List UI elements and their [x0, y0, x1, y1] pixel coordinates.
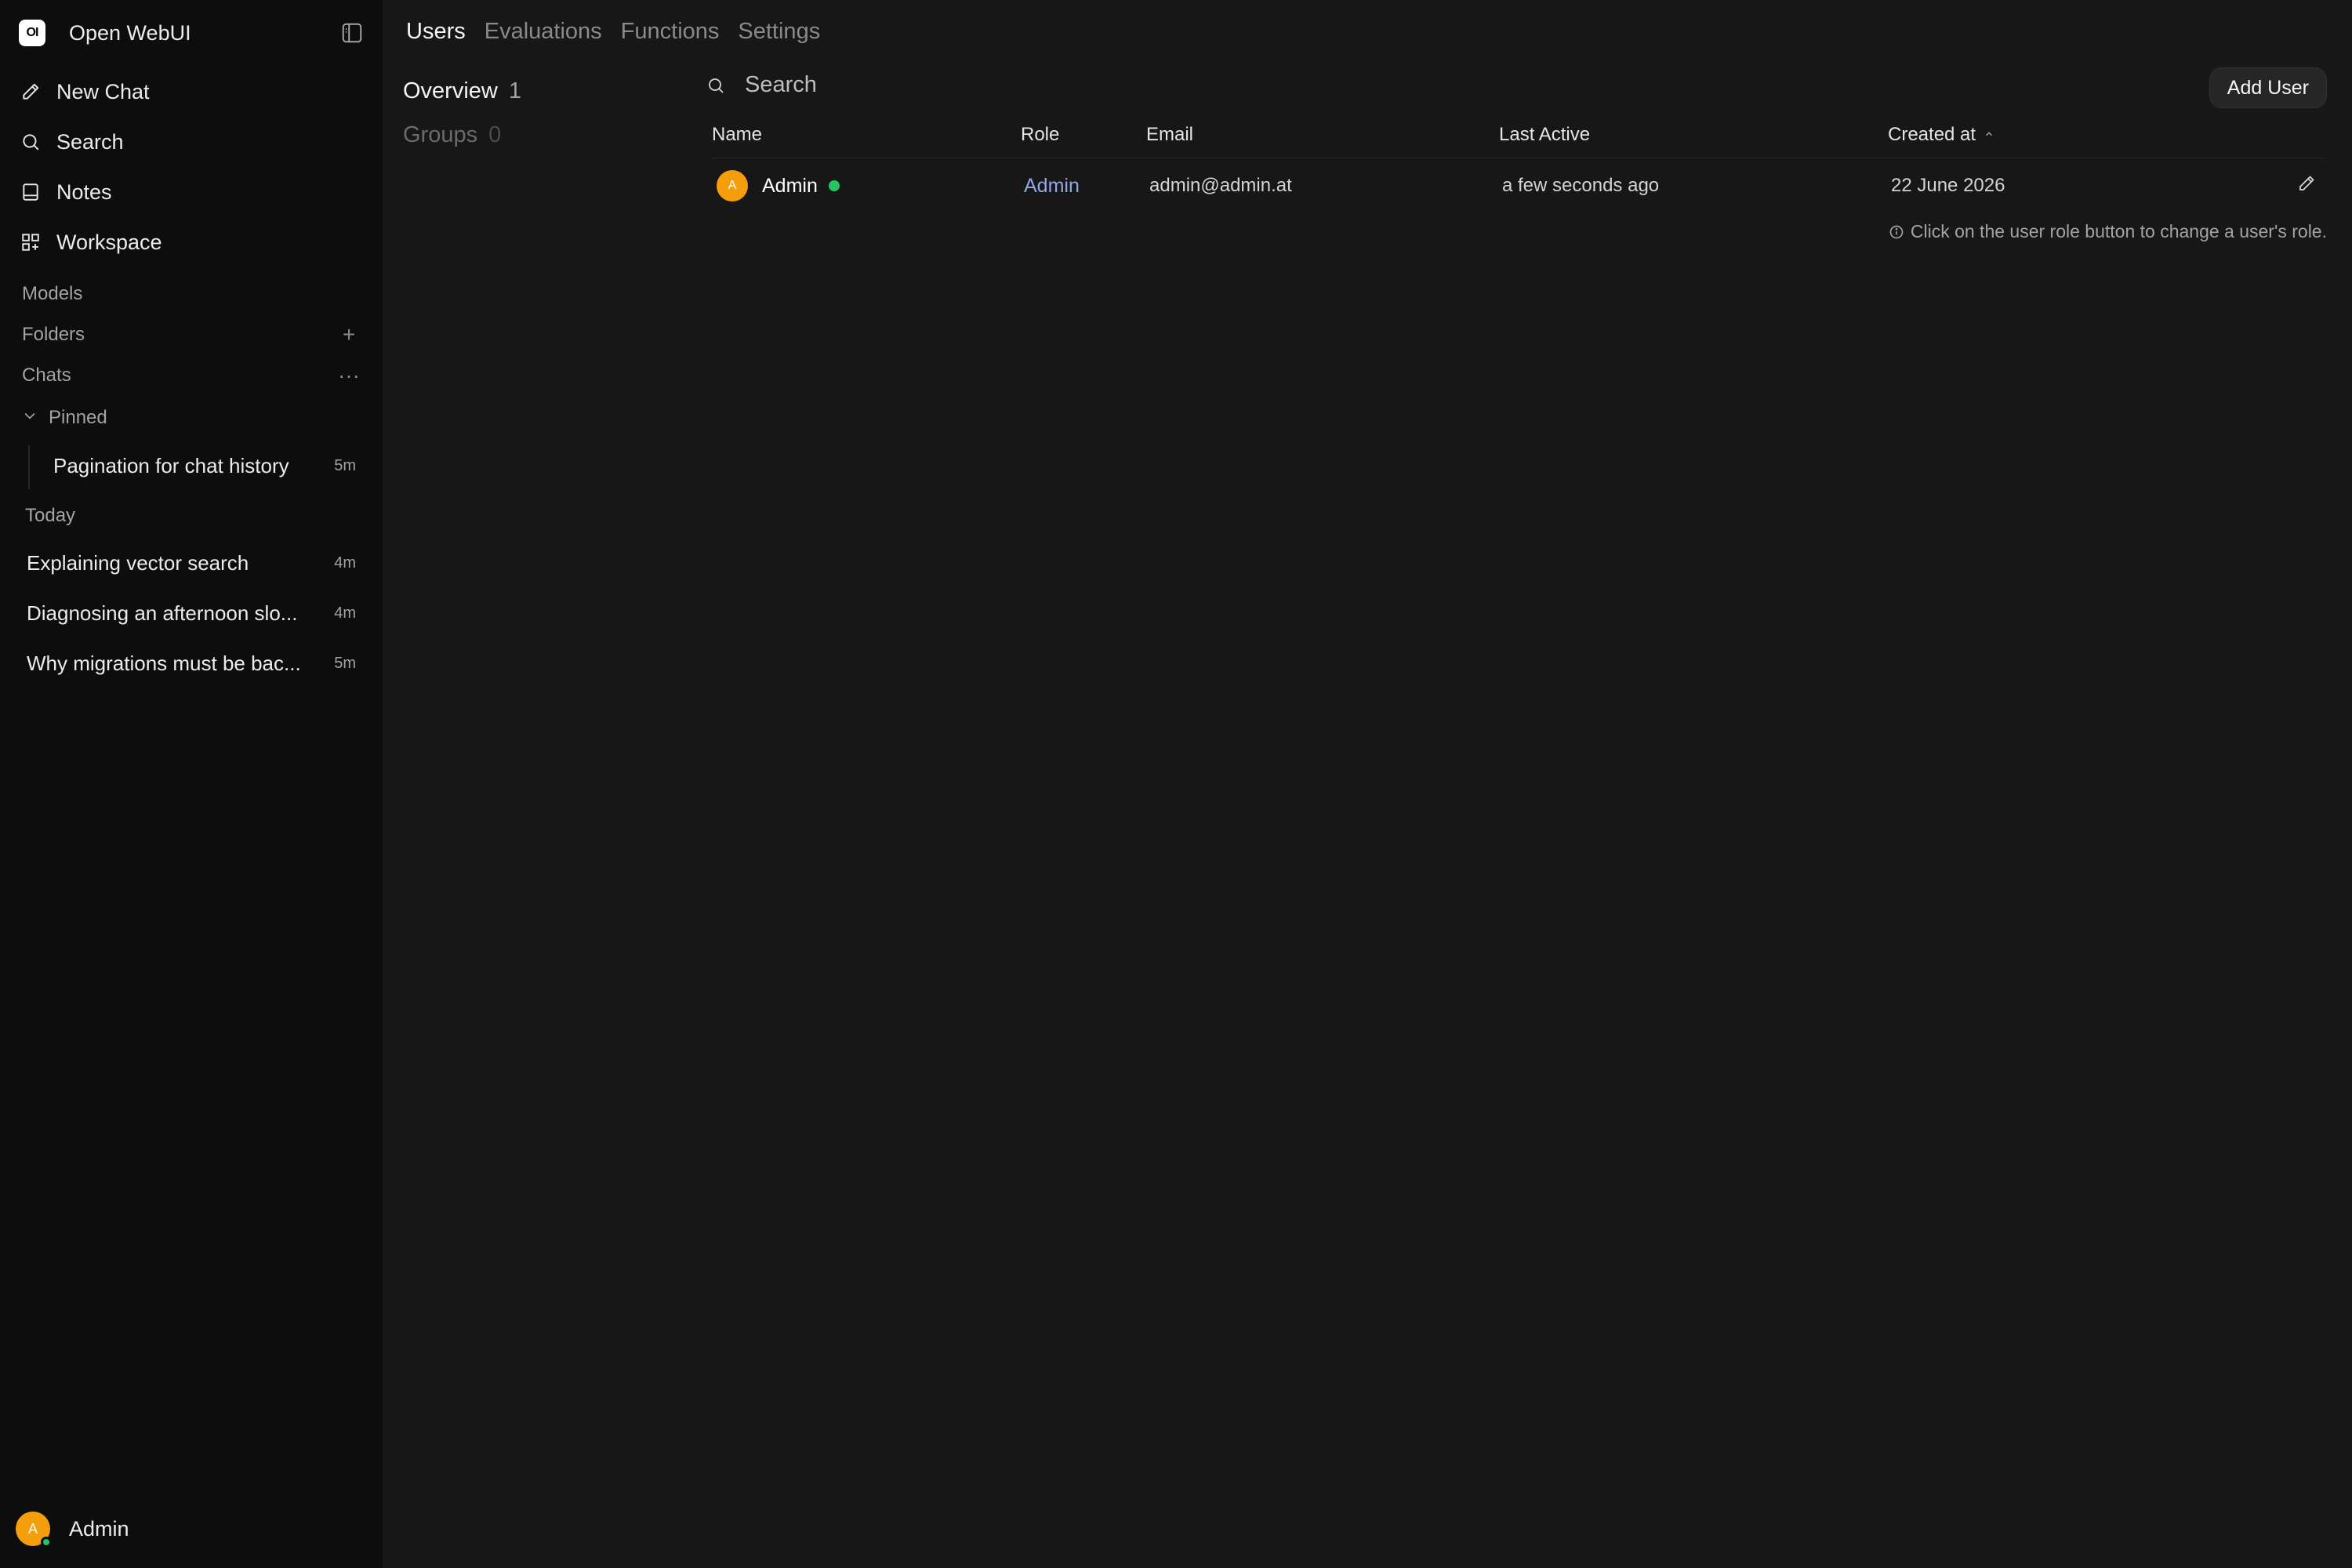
user-name: Admin: [69, 1516, 129, 1541]
chat-time: 4m: [334, 554, 356, 572]
user-search: [704, 72, 1294, 98]
sidebar: OI Open WebUI New Chat Search Notes Work…: [0, 0, 383, 1568]
table-row: A Admin Admin admin@admin.at a few secon…: [712, 158, 2325, 213]
search-icon: [19, 130, 42, 154]
subnav-overview[interactable]: Overview 1: [403, 69, 521, 113]
column-header-email[interactable]: Email: [1146, 124, 1193, 146]
notes-label: Notes: [56, 180, 112, 204]
folders-label: Folders: [22, 324, 85, 345]
app-logo[interactable]: OI: [19, 20, 45, 46]
role-hint: Click on the user role button to change …: [1889, 221, 2327, 242]
users-subnav: Overview 1 Groups 0: [403, 69, 521, 157]
subnav-overview-count: 1: [508, 78, 521, 103]
new-chat-button[interactable]: New Chat: [19, 73, 364, 111]
folders-section[interactable]: Folders +: [22, 319, 361, 350]
chat-title: Pagination for chat history: [53, 453, 289, 477]
app-title[interactable]: Open WebUI: [69, 21, 191, 45]
column-role-label: Role: [1021, 124, 1060, 145]
pinned-label: Pinned: [49, 407, 107, 428]
sort-ascending-icon: [1984, 129, 1994, 142]
user-name: Admin: [762, 174, 818, 197]
search-input[interactable]: [745, 72, 1294, 98]
user-role-cell: Admin: [1024, 158, 1080, 213]
chat-item[interactable]: Why migrations must be bac... 5m: [27, 641, 356, 685]
column-header-name[interactable]: Name: [712, 124, 762, 146]
chat-item[interactable]: Explaining vector search 4m: [27, 541, 356, 585]
user-email-cell: admin@admin.at: [1149, 158, 1292, 213]
chat-title: Diagnosing an afternoon slo...: [27, 601, 298, 625]
column-name-label: Name: [712, 124, 763, 145]
role-button[interactable]: Admin: [1024, 175, 1080, 198]
chat-title: Why migrations must be bac...: [27, 651, 301, 675]
user-last-active-cell: a few seconds ago: [1502, 158, 1659, 213]
table-header: Name Role Email Last Active Created at: [712, 118, 2325, 158]
app-root: OI Open WebUI New Chat Search Notes Work…: [0, 0, 2352, 1568]
search-icon: [704, 74, 728, 97]
role-hint-text: Click on the user role button to change …: [1910, 221, 2327, 241]
edit-user-button[interactable]: [2297, 158, 2316, 213]
users-table: Name Role Email Last Active Created at A…: [712, 118, 2325, 213]
chat-item[interactable]: Pagination for chat history 5m: [53, 444, 356, 488]
pencil-icon: [19, 80, 42, 103]
user-last-active: a few seconds ago: [1502, 175, 1660, 196]
chat-time: 5m: [334, 456, 356, 474]
subnav-groups-label: Groups: [403, 122, 478, 147]
add-folder-icon[interactable]: +: [337, 322, 361, 347]
column-email-label: Email: [1146, 124, 1194, 145]
chat-item[interactable]: Diagnosing an afternoon slo... 4m: [27, 591, 356, 635]
tab-users[interactable]: Users: [406, 19, 466, 45]
user-name-cell: A Admin: [717, 158, 840, 213]
grid-icon: [19, 230, 42, 254]
chat-title: Explaining vector search: [27, 550, 249, 575]
column-header-last-active[interactable]: Last Active: [1499, 124, 1590, 146]
column-header-role[interactable]: Role: [1021, 124, 1059, 146]
avatar: A: [16, 1512, 52, 1548]
notes-button[interactable]: Notes: [19, 173, 364, 211]
chats-label: Chats: [22, 365, 71, 386]
column-last-active-label: Last Active: [1499, 124, 1591, 145]
online-status-dot: [41, 1537, 52, 1548]
column-header-created-at[interactable]: Created at: [1888, 124, 1994, 146]
pencil-icon: [2297, 174, 2316, 198]
user-menu-button[interactable]: A Admin: [16, 1512, 129, 1548]
models-section[interactable]: Models: [22, 278, 361, 310]
search-label: Search: [56, 129, 124, 154]
chat-time: 4m: [334, 604, 356, 622]
chats-section[interactable]: Chats ···: [22, 360, 361, 391]
chat-time: 5m: [334, 654, 356, 672]
online-status-dot: [828, 180, 840, 191]
user-email: admin@admin.at: [1149, 175, 1292, 196]
workspace-button[interactable]: Workspace: [19, 223, 364, 261]
user-created-at: 22 June 2026: [1891, 175, 2005, 196]
tab-settings[interactable]: Settings: [738, 19, 820, 45]
add-user-button[interactable]: Add User: [2209, 67, 2327, 108]
column-created-at-label: Created at: [1888, 124, 1976, 145]
new-chat-label: New Chat: [56, 79, 150, 103]
avatar: A: [717, 170, 748, 201]
today-group-label: Today: [25, 505, 76, 526]
info-icon: [1889, 224, 1904, 240]
sidebar-header: OI Open WebUI: [19, 17, 364, 49]
pinned-group-toggle[interactable]: Pinned: [22, 402, 361, 434]
tab-evaluations[interactable]: Evaluations: [485, 19, 602, 45]
admin-tabs: Users Evaluations Functions Settings: [406, 19, 820, 45]
avatar-initial: A: [27, 1520, 38, 1537]
sidebar-toggle-icon[interactable]: [340, 21, 364, 45]
subnav-groups-count: 0: [488, 122, 502, 147]
subnav-groups[interactable]: Groups 0: [403, 113, 521, 157]
user-created-at-cell: 22 June 2026: [1891, 158, 2005, 213]
notes-icon: [19, 180, 42, 204]
avatar-initial: A: [728, 179, 737, 192]
more-options-icon[interactable]: ···: [337, 363, 361, 388]
subnav-overview-label: Overview: [403, 78, 498, 103]
chevron-down-icon: [22, 407, 38, 429]
search-button[interactable]: Search: [19, 123, 364, 161]
workspace-label: Workspace: [56, 230, 162, 254]
tab-functions[interactable]: Functions: [621, 19, 720, 45]
main-content: Users Evaluations Functions Settings Ove…: [383, 0, 2352, 1568]
models-label: Models: [22, 283, 83, 304]
pinned-indent-line: [28, 445, 30, 489]
